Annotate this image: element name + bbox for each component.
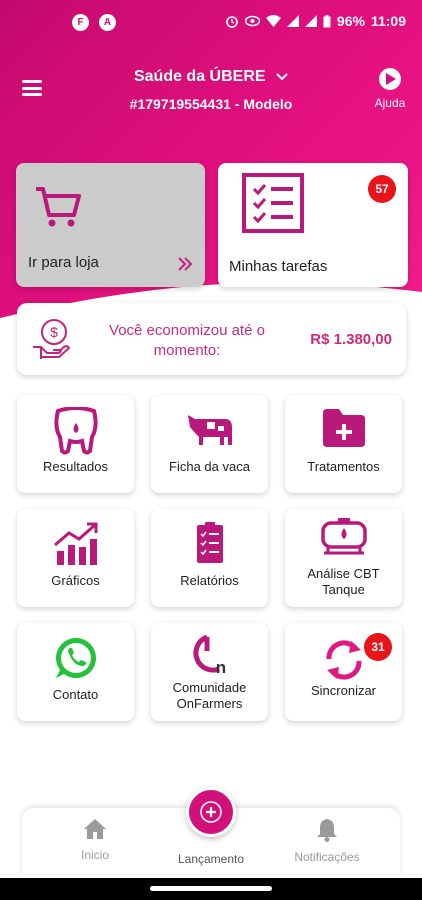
cow-record-tile[interactable]: Ficha da vaca [151, 395, 268, 493]
chart-icon [53, 522, 97, 565]
tasks-card[interactable]: 57 Minhas tarefas [218, 163, 408, 287]
help-button[interactable]: Ajuda [372, 68, 408, 110]
eye-icon [244, 15, 260, 27]
battery-icon [323, 14, 331, 27]
wifi-icon [265, 15, 281, 27]
sync-badge: 31 [364, 633, 392, 661]
money-hand-icon: $ [33, 319, 71, 359]
play-icon [379, 68, 401, 90]
sync-icon [325, 640, 362, 680]
charts-label: Gráficos [51, 573, 100, 588]
treatments-label: Tratamentos [307, 459, 380, 474]
battery-level: 96% [336, 13, 365, 29]
onfarmers-icon: n [192, 634, 226, 675]
savings-text: Você economizou até o momento: [109, 322, 265, 359]
sync-label: Sincronizar [310, 683, 377, 698]
alarm-icon [226, 16, 238, 28]
svg-text:n: n [215, 658, 225, 675]
hamburger-icon-line [22, 86, 42, 90]
tasks-badge: 57 [368, 175, 396, 203]
tank-analysis-label: Análise CBT Tanque [307, 566, 380, 597]
tank-icon [320, 518, 367, 555]
chevron-down-icon [276, 73, 288, 81]
system-navigation-bar [0, 878, 422, 900]
help-label: Ajuda [374, 96, 406, 110]
signal-icon [286, 15, 299, 27]
home-icon [84, 819, 106, 839]
status-app-icon: F [72, 14, 89, 31]
community-label: Comunidade OnFarmers [172, 680, 247, 711]
clock: 11:09 [370, 13, 406, 29]
contact-tile[interactable]: Contato [17, 623, 134, 721]
svg-text:$: $ [50, 324, 58, 340]
results-tile[interactable]: Resultados [17, 395, 134, 493]
treatments-tile[interactable]: Tratamentos [285, 395, 402, 493]
tasks-label: Minhas tarefas [229, 258, 328, 275]
checklist-icon [242, 173, 304, 233]
add-entry-button[interactable] [186, 787, 236, 837]
double-chevron-right-icon [178, 257, 193, 271]
status-bar: F A 96% 11:09 [0, 0, 422, 46]
report-icon [196, 522, 223, 563]
farm-selector[interactable]: Saúde da ÚBERE [0, 68, 422, 86]
cow-record-label: Ficha da vaca [169, 459, 250, 474]
nav-notifications-label: Notificações [294, 850, 360, 864]
nav-notifications[interactable]: Notificações [272, 818, 382, 864]
add-entry-label: Lançamento [177, 852, 245, 866]
signal-icon [304, 15, 317, 27]
nav-home-label: Inicio [80, 848, 109, 862]
results-label: Resultados [42, 459, 109, 474]
savings-card: $ Você economizou até o momento: R$ 1.38… [17, 303, 406, 375]
folder-plus-icon [322, 409, 365, 447]
tank-analysis-tile[interactable]: Análise CBT Tanque [285, 509, 402, 607]
farm-name: Saúde da ÚBERE [133, 68, 266, 85]
udder-icon [53, 407, 98, 455]
charts-tile[interactable]: Gráficos [17, 509, 134, 607]
savings-amount: R$ 1.380,00 [310, 331, 392, 348]
reports-tile[interactable]: Relatórios [151, 509, 268, 607]
reports-label: Relatórios [180, 573, 239, 588]
home-gesture-handle[interactable] [150, 886, 272, 891]
status-app-icon: A [99, 14, 116, 31]
whatsapp-icon [55, 638, 96, 678]
contact-label: Contato [52, 687, 99, 702]
community-tile[interactable]: n Comunidade OnFarmers [151, 623, 268, 721]
cart-icon [36, 187, 81, 227]
farm-id: #179719554431 - Modelo [129, 96, 293, 112]
store-label: Ir para loja [28, 254, 99, 271]
plus-icon [200, 801, 222, 823]
store-card[interactable]: Ir para loja [16, 163, 205, 287]
nav-home[interactable]: Inicio [40, 818, 150, 862]
cow-icon [187, 415, 232, 445]
sync-tile[interactable]: 31 Sincronizar [285, 623, 402, 721]
bell-icon [317, 819, 337, 842]
